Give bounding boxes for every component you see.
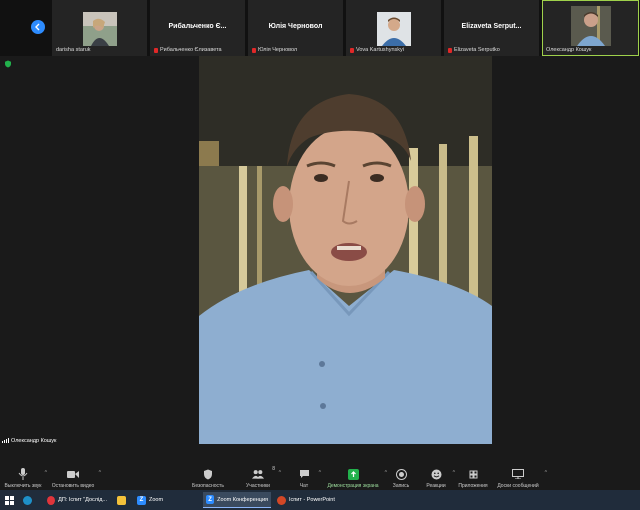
stop-video-button[interactable]: Остановить видео ^ xyxy=(50,460,101,490)
speaker-video-frame xyxy=(199,56,492,444)
start-button[interactable] xyxy=(2,492,17,508)
mic-muted-icon xyxy=(252,47,256,53)
video-label: Остановить видео xyxy=(51,483,95,489)
meeting-controls: Выключить звук ^ Остановить видео ^ Безо… xyxy=(0,460,640,490)
chat-button[interactable]: Чат ^ xyxy=(292,460,321,490)
mute-button[interactable]: Выключить звук ^ xyxy=(4,460,47,490)
speaker-name-label: Олександр Кошук xyxy=(0,436,56,445)
signal-bars-icon xyxy=(2,438,9,443)
record-label: Запись xyxy=(392,483,410,489)
participant-tile[interactable]: darisha staruk xyxy=(52,0,147,56)
participant-tile-active[interactable]: Олександр Кошук xyxy=(542,0,639,56)
mic-muted-icon xyxy=(350,47,354,53)
microphone-icon xyxy=(18,468,28,480)
taskbar-item-explorer[interactable] xyxy=(114,492,129,508)
video-camera-icon xyxy=(67,470,79,478)
zoom-icon: Z xyxy=(137,495,146,505)
taskbar-item-label: Zoom Конференция xyxy=(217,496,268,503)
shield-icon[interactable] xyxy=(4,60,12,68)
record-icon xyxy=(395,468,407,480)
folder-icon xyxy=(117,495,126,505)
mute-label: Выключить звук xyxy=(4,483,42,489)
taskbar-item-zoom[interactable]: Z Zoom xyxy=(134,492,198,508)
participant-label: Рибальченко Єлизавета xyxy=(154,47,222,53)
mic-muted-icon xyxy=(448,47,452,53)
chevron-up-icon[interactable]: ^ xyxy=(319,470,321,476)
reactions-button[interactable]: Реакции ^ xyxy=(422,460,455,490)
speaker-video xyxy=(199,56,492,444)
participant-tile-name: Рибальченко Є... xyxy=(168,23,227,30)
whiteboards-button[interactable]: Доски сообщений ^ xyxy=(494,460,547,490)
security-button[interactable]: Безопасность xyxy=(188,460,228,490)
participant-photo xyxy=(376,12,411,46)
windows-logo-icon xyxy=(5,495,14,505)
whiteboards-label: Доски сообщений xyxy=(497,483,539,489)
shield-icon xyxy=(204,469,212,479)
taskbar-item-opera[interactable]: ДП: Іспит "Дослід... xyxy=(44,492,110,508)
participant-label: Elizaveta Serputko xyxy=(448,47,500,53)
participant-tile[interactable]: Elizaveta Serput... Elizaveta Serputko xyxy=(444,0,539,56)
participant-tile-name: Юлія Черновол xyxy=(268,23,323,30)
taskbar-item-powerpoint[interactable]: Іспит - PowerPoint xyxy=(274,492,344,508)
edge-icon xyxy=(23,495,32,505)
taskbar-item-label: Zoom xyxy=(149,497,164,503)
participant-label: darisha staruk xyxy=(56,47,91,53)
taskbar-item-label: Іспит - PowerPoint xyxy=(289,497,335,503)
chat-bubble-icon xyxy=(299,470,309,478)
participants-label: Участники xyxy=(246,483,270,489)
smiley-icon xyxy=(431,469,441,479)
participants-count: 8 xyxy=(272,466,275,472)
share-screen-button[interactable]: Демонстрация экрана ^ xyxy=(324,460,387,490)
apps-button[interactable]: Приложения xyxy=(456,460,490,490)
chevron-up-icon[interactable]: ^ xyxy=(279,470,281,476)
chat-label: Чат xyxy=(299,483,309,489)
participant-tile-name: Elizaveta Serput... xyxy=(461,23,522,30)
participant-label: Олександр Кошук xyxy=(546,47,592,53)
participant-strip: darisha staruk Рибальченко Є... Рибальче… xyxy=(0,0,640,56)
chevron-up-icon[interactable]: ^ xyxy=(385,470,387,476)
zoom-icon: Z xyxy=(206,495,215,504)
windows-taskbar: ДП: Іспит "Дослід... Z Zoom Z Zoom Конфе… xyxy=(0,490,640,510)
edge-button[interactable] xyxy=(20,492,35,508)
participant-photo xyxy=(570,6,611,46)
opera-icon xyxy=(47,495,56,505)
apps-label: Приложения xyxy=(458,483,488,489)
participants-button[interactable]: Участники 8 ^ xyxy=(240,460,281,490)
apps-icon xyxy=(469,470,477,478)
participant-photo xyxy=(82,12,117,46)
record-button[interactable]: Запись xyxy=(388,460,414,490)
powerpoint-icon xyxy=(277,495,286,505)
people-icon xyxy=(252,470,264,479)
taskbar-item-zoom-meeting[interactable]: Z Zoom Конференция xyxy=(203,492,271,508)
chevron-up-icon[interactable]: ^ xyxy=(545,470,547,476)
previous-page-button[interactable] xyxy=(31,20,45,34)
security-label: Безопасность xyxy=(192,483,224,489)
participant-label: Юлія Черновол xyxy=(252,47,297,53)
chevron-up-icon[interactable]: ^ xyxy=(99,470,101,476)
chevron-up-icon[interactable]: ^ xyxy=(453,470,455,476)
taskbar-item-label: ДП: Іспит "Дослід... xyxy=(58,497,107,503)
share-screen-icon xyxy=(347,468,359,480)
whiteboard-icon xyxy=(512,469,524,479)
participant-label: Vova Kartushynskyi xyxy=(350,47,404,53)
chevron-up-icon[interactable]: ^ xyxy=(45,470,47,476)
participant-tile[interactable]: Vova Kartushynskyi xyxy=(346,0,441,56)
reactions-label: Реакции xyxy=(426,483,446,489)
chevron-left-icon xyxy=(35,23,40,31)
participant-tile[interactable]: Рибальченко Є... Рибальченко Єлизавета xyxy=(150,0,245,56)
mic-muted-icon xyxy=(154,47,158,53)
share-label: Демонстрация экрана xyxy=(327,483,379,489)
participant-tile[interactable]: Юлія Черновол Юлія Черновол xyxy=(248,0,343,56)
